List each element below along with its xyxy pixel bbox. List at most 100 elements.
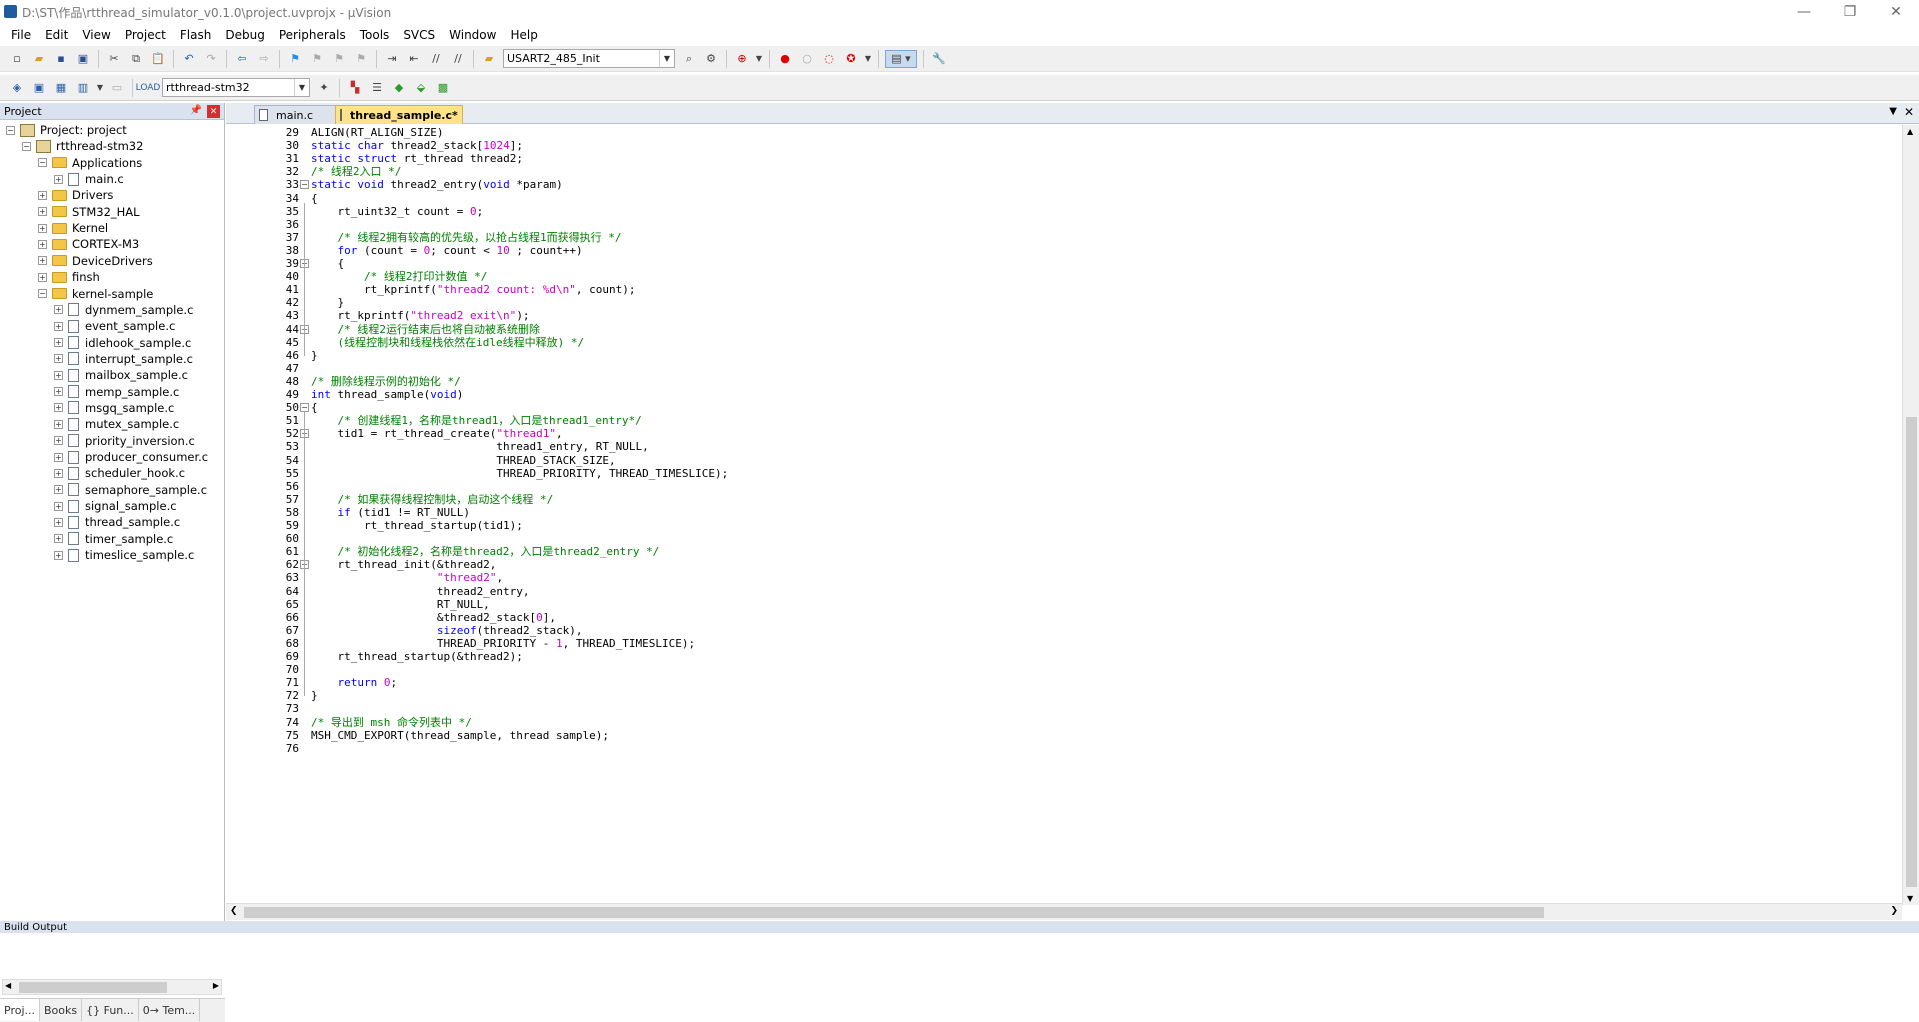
chevron-down-icon[interactable]: ▼	[96, 79, 104, 97]
expand-icon[interactable]: +	[54, 370, 63, 380]
run-time-environment-icon[interactable]: ◆	[390, 79, 408, 97]
expand-icon[interactable]: +	[54, 354, 63, 364]
new-file-icon[interactable]: ▫	[8, 50, 26, 68]
expand-icon[interactable]: +	[38, 223, 47, 233]
expand-icon[interactable]: +	[38, 272, 47, 282]
translate-icon[interactable]: ◈	[8, 79, 26, 97]
breakpoint-icon[interactable]: ●	[776, 50, 794, 68]
menu-svcs[interactable]: SVCS	[396, 28, 442, 42]
tree-node[interactable]: + mutex_sample.c	[54, 415, 179, 433]
paste-icon[interactable]: 📋	[149, 50, 167, 68]
chevron-down-icon[interactable]: ▼	[755, 50, 763, 68]
tree-node[interactable]: + STM32_HAL	[38, 203, 140, 221]
tree-node[interactable]: + main.c	[54, 170, 124, 188]
save-icon[interactable]: ▪	[52, 50, 70, 68]
expand-icon[interactable]: +	[38, 239, 47, 249]
stop-build-icon[interactable]: ▭	[108, 79, 126, 97]
expand-icon[interactable]: +	[54, 468, 63, 478]
close-window-button[interactable]: ✕	[1873, 0, 1919, 24]
chevron-down-icon[interactable]: ▼	[294, 79, 309, 96]
scroll-down-icon[interactable]: ▼	[1907, 894, 1913, 903]
redo-icon[interactable]: ↷	[202, 50, 220, 68]
expand-icon[interactable]: +	[54, 452, 63, 462]
expand-icon[interactable]: +	[54, 387, 63, 397]
scroll-right-icon[interactable]: ▶	[213, 981, 219, 990]
expand-icon[interactable]: +	[54, 501, 63, 511]
find-icon[interactable]: ⌕	[680, 50, 698, 68]
scroll-right-icon[interactable]: ❯	[1890, 906, 1898, 916]
batch-build-icon[interactable]: ▥	[74, 79, 92, 97]
rebuild-icon[interactable]: ▦	[52, 79, 70, 97]
tree-node[interactable]: + mailbox_sample.c	[54, 366, 188, 384]
indent-icon[interactable]: ⇥	[383, 50, 401, 68]
tree-node[interactable]: + DeviceDrivers	[38, 252, 153, 270]
scroll-left-icon[interactable]: ◀	[5, 981, 11, 990]
navigate-forward-icon[interactable]: ⇨	[255, 50, 273, 68]
download-icon[interactable]: LOAD	[136, 79, 161, 97]
build-icon[interactable]: ▣	[30, 79, 48, 97]
tab-functions[interactable]: {} Fun...	[82, 999, 139, 1021]
navigate-back-icon[interactable]: ⇦	[233, 50, 251, 68]
chevron-down-icon[interactable]: ▼	[659, 50, 674, 67]
fold-toggle-icon[interactable]: −	[300, 403, 309, 413]
expand-icon[interactable]: +	[54, 305, 63, 315]
tree-node[interactable]: + interrupt_sample.c	[54, 350, 193, 368]
editor-horizontal-scrollbar[interactable]: ❮ ❯	[226, 903, 1902, 920]
scroll-up-icon[interactable]: ▲	[1907, 127, 1913, 136]
project-horizontal-scrollbar[interactable]: ◀ ▶	[2, 979, 222, 995]
tree-node[interactable]: + signal_sample.c	[54, 497, 177, 515]
tree-node[interactable]: + thread_sample.c	[54, 513, 180, 531]
clear-bookmarks-icon[interactable]: ⚑	[352, 50, 370, 68]
comment-icon[interactable]: //	[427, 50, 445, 68]
expand-icon[interactable]: +	[54, 485, 63, 495]
manage-components-icon[interactable]: ▚	[346, 79, 364, 97]
collapse-icon[interactable]: −	[22, 141, 31, 151]
file-extensions-icon[interactable]: ☰	[368, 79, 386, 97]
tab-thread-sample-c[interactable]: thread_sample.c*	[335, 105, 463, 124]
chevron-down-icon[interactable]: ▼	[864, 50, 872, 68]
build-output-header[interactable]: Build Output	[0, 921, 1919, 933]
tree-node[interactable]: + producer_consumer.c	[54, 448, 208, 466]
menu-peripherals[interactable]: Peripherals	[272, 28, 353, 42]
editor-vertical-scrollbar[interactable]: ▲ ▼	[1902, 125, 1919, 905]
menu-debug[interactable]: Debug	[218, 28, 271, 42]
disable-breakpoint-icon[interactable]: ○	[798, 50, 816, 68]
prev-bookmark-icon[interactable]: ⚑	[308, 50, 326, 68]
tree-node[interactable]: + CORTEX-M3	[38, 235, 139, 253]
tree-node[interactable]: + dynmem_sample.c	[54, 301, 193, 319]
expand-icon[interactable]: +	[54, 403, 63, 413]
scrollbar-thumb[interactable]	[244, 907, 1544, 918]
tree-node[interactable]: − Applications	[38, 154, 142, 172]
fold-toggle-icon[interactable]: −	[300, 180, 309, 190]
collapse-icon[interactable]: −	[6, 125, 15, 135]
menu-edit[interactable]: Edit	[38, 28, 75, 42]
open-folder-icon[interactable]: ▰	[30, 50, 48, 68]
expand-icon[interactable]: +	[54, 436, 63, 446]
scrollbar-thumb[interactable]	[1906, 417, 1917, 887]
tab-templates[interactable]: 0→ Tem...	[139, 999, 201, 1021]
restore-button[interactable]: ❐	[1827, 0, 1873, 24]
tree-node[interactable]: + priority_inversion.c	[54, 432, 195, 450]
save-all-icon[interactable]: ▣	[74, 50, 92, 68]
target-combo[interactable]: rtthread-stm32 ▼	[162, 78, 310, 97]
menu-view[interactable]: View	[75, 28, 117, 42]
tab-main-c[interactable]: main.c	[254, 105, 339, 124]
scrollbar-thumb[interactable]	[19, 982, 167, 993]
unindent-icon[interactable]: ⇤	[405, 50, 423, 68]
tree-node[interactable]: + semaphore_sample.c	[54, 481, 207, 499]
expand-icon[interactable]: +	[38, 256, 47, 266]
debug-session-icon[interactable]: ⊕	[733, 50, 751, 68]
pin-icon[interactable]: 📌	[190, 105, 202, 116]
menu-help[interactable]: Help	[503, 28, 544, 42]
minimize-button[interactable]: —	[1781, 0, 1827, 24]
tab-books[interactable]: Books	[40, 999, 83, 1021]
expand-icon[interactable]: +	[38, 190, 47, 200]
next-bookmark-icon[interactable]: ⚑	[330, 50, 348, 68]
collapse-icon[interactable]: −	[38, 289, 47, 298]
scroll-left-icon[interactable]: ❮	[230, 906, 238, 916]
tree-node[interactable]: + event_sample.c	[54, 317, 175, 335]
tab-project[interactable]: Proj...	[0, 999, 40, 1021]
tree-node[interactable]: + timer_sample.c	[54, 530, 173, 548]
kill-breakpoints-icon[interactable]: ✪	[842, 50, 860, 68]
uncomment-icon[interactable]: //	[449, 50, 467, 68]
